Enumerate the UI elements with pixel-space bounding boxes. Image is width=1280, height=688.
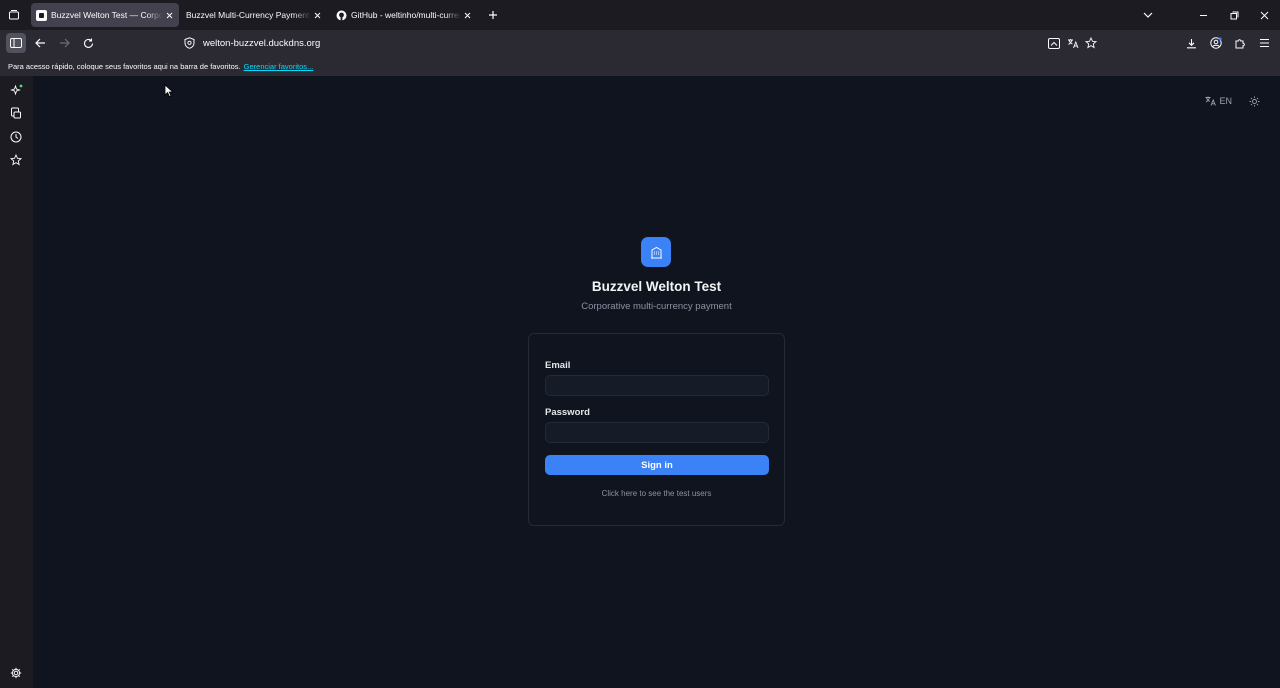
- tab-github[interactable]: GitHub - weltinho/multi-currency-payment…: [331, 3, 477, 27]
- restore-icon: [1230, 11, 1238, 19]
- sparkle-icon: [9, 84, 22, 95]
- gear-icon: [10, 667, 22, 679]
- close-tab-icon[interactable]: [163, 9, 175, 21]
- language-switcher[interactable]: EN: [1205, 96, 1232, 106]
- reload-button[interactable]: [78, 33, 98, 53]
- close-icon: [1260, 11, 1268, 19]
- tab-overview-icon: [9, 10, 19, 20]
- downloads-button[interactable]: [1181, 33, 1201, 53]
- tab-buzzvel-api[interactable]: Buzzvel Multi-Currency Payments API: [181, 3, 327, 27]
- tab-strip: Buzzvel Welton Test — Corporate multi-cu…: [0, 0, 1280, 30]
- app-menu-button[interactable]: [1254, 33, 1274, 53]
- minimize-button[interactable]: [1193, 5, 1213, 25]
- password-label: Password: [545, 407, 590, 418]
- tab-list-button[interactable]: [4, 5, 24, 25]
- star-icon: [10, 154, 22, 166]
- email-label: Email: [545, 360, 571, 371]
- browser-sidebar: [0, 76, 33, 688]
- back-button[interactable]: [30, 33, 50, 53]
- ai-chatbot-button[interactable]: [7, 81, 25, 99]
- arrow-left-icon: [34, 38, 45, 48]
- tab-buzzvel-welton[interactable]: Buzzvel Welton Test — Corporate multi-cu…: [31, 3, 179, 27]
- reader-view-button[interactable]: [1044, 33, 1064, 53]
- plus-icon: [489, 11, 497, 19]
- shield-icon[interactable]: [181, 35, 197, 51]
- tab-title: Buzzvel Multi-Currency Payments API: [186, 10, 311, 20]
- new-tab-button[interactable]: [484, 6, 502, 24]
- synced-tabs-icon: [11, 107, 21, 119]
- sidebar-icon: [10, 38, 22, 48]
- github-icon: [336, 10, 347, 21]
- reload-icon: [83, 38, 93, 48]
- app-title: Buzzvel Welton Test: [591, 279, 722, 294]
- url-text[interactable]: welton-buzzvel.duckdns.org: [203, 38, 320, 49]
- account-button[interactable]: [1206, 33, 1226, 53]
- theme-toggle-button[interactable]: [1248, 95, 1260, 107]
- translate-icon: [1205, 96, 1217, 106]
- translate-button[interactable]: [1063, 33, 1083, 53]
- star-icon: [1085, 37, 1097, 49]
- password-field[interactable]: [545, 422, 769, 443]
- bookmarks-toolbar: Para acesso rápido, coloque seus favorit…: [0, 56, 1280, 76]
- close-tab-icon[interactable]: [311, 9, 323, 21]
- close-tab-icon[interactable]: [461, 9, 473, 21]
- language-label: EN: [1219, 96, 1232, 106]
- puzzle-icon: [1235, 39, 1245, 49]
- extensions-button[interactable]: [1230, 33, 1250, 53]
- building-icon: [650, 246, 662, 258]
- app-subtitle: Corporative multi-currency payment: [581, 301, 732, 312]
- page-content: EN Buzzvel Welton Test Corporative multi…: [33, 76, 1280, 688]
- hamburger-menu-icon: [1259, 38, 1269, 48]
- sign-in-button[interactable]: Sign in: [545, 455, 769, 475]
- minimize-icon: [1199, 14, 1207, 16]
- reader-view-icon: [1048, 37, 1060, 49]
- forward-button[interactable]: [54, 33, 74, 53]
- page-top-controls: EN: [1205, 95, 1260, 107]
- list-all-tabs-button[interactable]: [1138, 5, 1158, 25]
- bookmarks-sidebar-button[interactable]: [7, 151, 25, 169]
- bookmark-star-button[interactable]: [1081, 33, 1101, 53]
- email-field[interactable]: [545, 375, 769, 396]
- history-button[interactable]: [7, 128, 25, 146]
- address-bar[interactable]: welton-buzzvel.duckdns.org: [175, 32, 1105, 54]
- sidebar-toggle-button[interactable]: [6, 33, 26, 53]
- app-logo: [641, 237, 671, 267]
- navigation-toolbar: welton-buzzvel.duckdns.org: [0, 30, 1280, 56]
- translate-icon: [1068, 38, 1079, 48]
- login-card: Email Password Sign in Click here to see…: [528, 333, 785, 526]
- tab-title: GitHub - weltinho/multi-currency-payment…: [351, 10, 461, 20]
- close-window-button[interactable]: [1254, 5, 1274, 25]
- manage-bookmarks-link[interactable]: Gerenciar favoritos...: [244, 62, 314, 71]
- bookmarks-empty-message: Para acesso rápido, coloque seus favorit…: [8, 61, 241, 71]
- download-icon: [1186, 38, 1196, 48]
- sidebar-settings-button[interactable]: [7, 664, 25, 682]
- mouse-cursor-icon: [164, 84, 174, 98]
- arrow-right-icon: [59, 38, 70, 48]
- restore-button[interactable]: [1224, 5, 1244, 25]
- test-users-link[interactable]: Click here to see the test users: [529, 489, 784, 498]
- synced-tabs-button[interactable]: [7, 104, 25, 122]
- clock-icon: [10, 131, 22, 143]
- account-icon: [1210, 37, 1222, 49]
- sun-icon: [1249, 96, 1259, 106]
- chevron-down-icon: [1143, 12, 1153, 18]
- app-favicon-icon: [36, 9, 47, 21]
- tab-title: Buzzvel Welton Test — Corporate multi-cu…: [51, 10, 163, 20]
